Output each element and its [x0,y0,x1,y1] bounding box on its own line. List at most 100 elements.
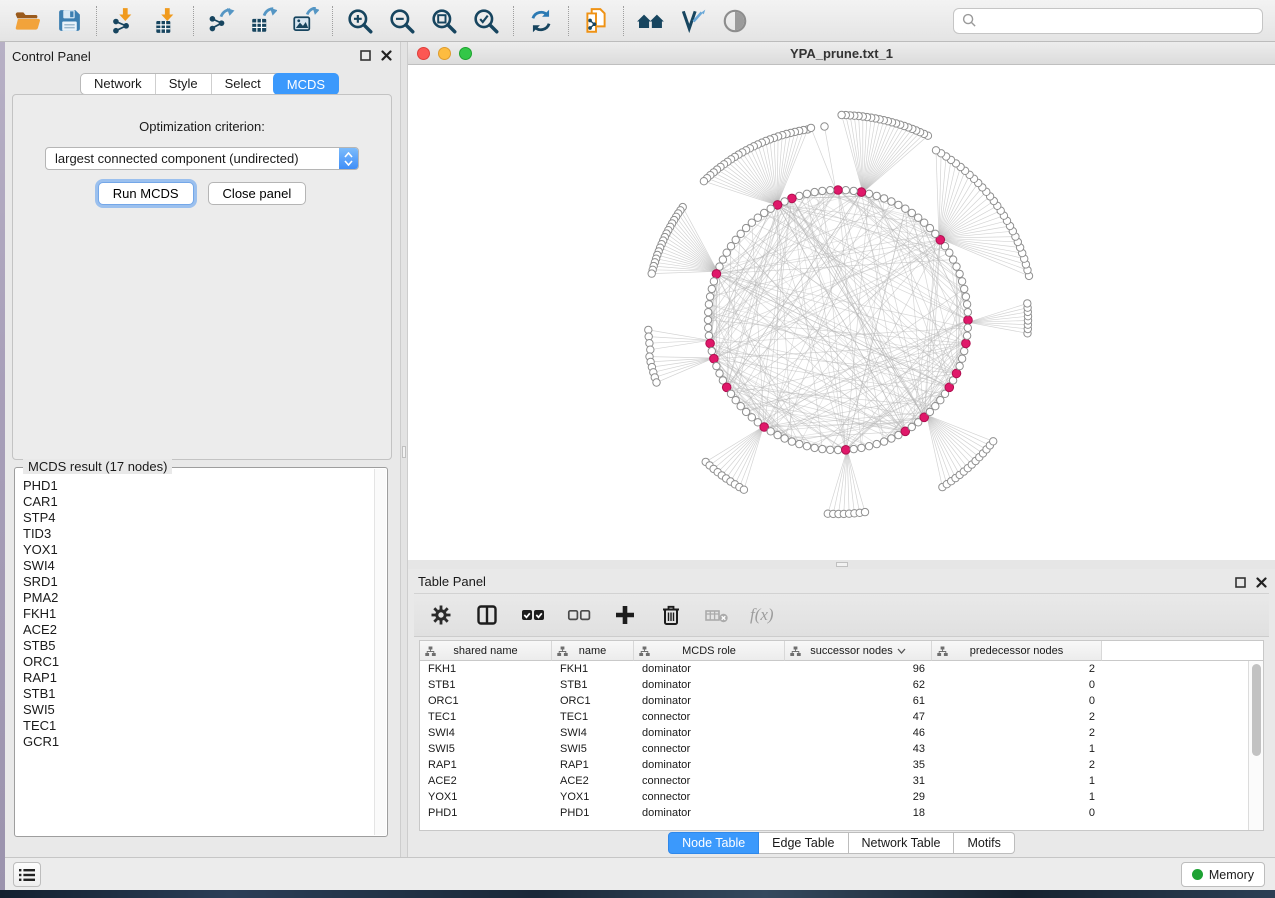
visual-style-icon[interactable] [678,6,708,36]
vertical-splitter-handle[interactable] [402,446,406,458]
task-history-button[interactable] [13,862,41,887]
mcds-result-item[interactable]: TID3 [23,526,387,542]
cell-name[interactable]: ORC1 [552,695,634,707]
mcds-result-item[interactable]: SWI5 [23,702,387,718]
column-header-successor-nodes[interactable]: successor nodes [785,641,932,661]
home-networks-icon[interactable] [636,6,666,36]
window-maximize-icon[interactable] [459,47,472,60]
show-columns-icon[interactable] [474,602,500,628]
cell-successor-nodes[interactable]: 29 [785,791,932,803]
cell-successor-nodes[interactable]: 43 [785,743,932,755]
export-table-icon[interactable] [248,6,278,36]
select-all-icon[interactable] [520,602,546,628]
cell-successor-nodes[interactable]: 18 [785,807,932,819]
cell-shared-name[interactable]: ACE2 [420,775,552,787]
refresh-icon[interactable] [526,6,556,36]
mcds-result-list[interactable]: PHD1CAR1STP4TID3YOX1SWI4SRD1PMA2FKH1ACE2… [15,468,387,750]
cell-name[interactable]: RAP1 [552,759,634,771]
cell-successor-nodes[interactable]: 61 [785,695,932,707]
table-row[interactable]: SWI4SWI4dominator462 [420,725,1263,741]
mcds-result-item[interactable]: PMA2 [23,590,387,606]
mcds-result-item[interactable]: STP4 [23,510,387,526]
network-window-titlebar[interactable]: YPA_prune.txt_1 [408,42,1275,65]
cell-MCDS-role[interactable]: dominator [634,679,785,691]
cell-successor-nodes[interactable]: 46 [785,727,932,739]
cell-name[interactable]: TEC1 [552,711,634,723]
column-header-shared-name[interactable]: shared name [420,641,552,661]
cell-name[interactable]: STB1 [552,679,634,691]
column-header-name[interactable]: name [552,641,634,661]
table-row[interactable]: YOX1YOX1connector291 [420,789,1263,805]
mcds-result-item[interactable]: ACE2 [23,622,387,638]
tab-style[interactable]: Style [155,74,211,94]
cell-predecessor-nodes[interactable]: 1 [932,775,1102,787]
tab-select[interactable]: Select [211,74,274,94]
cell-shared-name[interactable]: PHD1 [420,807,552,819]
zoom-fit-icon[interactable] [429,6,459,36]
cell-successor-nodes[interactable]: 35 [785,759,932,771]
export-image-icon[interactable] [290,6,320,36]
table-row[interactable]: ORC1ORC1dominator610 [420,693,1263,709]
table-row[interactable]: STB1STB1dominator620 [420,677,1263,693]
cell-successor-nodes[interactable]: 62 [785,679,932,691]
cell-MCDS-role[interactable]: connector [634,775,785,787]
cell-name[interactable]: ACE2 [552,775,634,787]
tab-node-table[interactable]: Node Table [668,832,759,854]
cell-successor-nodes[interactable]: 96 [785,663,932,675]
result-list-scrollbar[interactable] [374,469,386,835]
zoom-out-icon[interactable] [387,6,417,36]
memory-button[interactable]: Memory [1181,862,1265,887]
mcds-result-item[interactable]: TEC1 [23,718,387,734]
share-document-icon[interactable] [581,6,611,36]
mcds-result-item[interactable]: SWI4 [23,558,387,574]
cell-name[interactable]: SWI4 [552,727,634,739]
horizontal-splitter-handle[interactable] [836,562,848,567]
column-header-MCDS-role[interactable]: MCDS role [634,641,785,661]
cell-shared-name[interactable]: RAP1 [420,759,552,771]
cell-predecessor-nodes[interactable]: 2 [932,727,1102,739]
zoom-selected-icon[interactable] [471,6,501,36]
column-header-predecessor-nodes[interactable]: predecessor nodes [932,641,1102,661]
import-network-icon[interactable] [109,6,139,36]
cell-MCDS-role[interactable]: dominator [634,663,785,675]
add-column-icon[interactable] [612,602,638,628]
close-panel-button[interactable]: Close panel [208,182,307,205]
run-mcds-button[interactable]: Run MCDS [98,182,194,205]
zoom-in-icon[interactable] [345,6,375,36]
cell-MCDS-role[interactable]: dominator [634,807,785,819]
table-scrollbar[interactable] [1248,661,1263,830]
table-row[interactable]: TEC1TEC1connector472 [420,709,1263,725]
table-row[interactable]: FKH1FKH1dominator962 [420,661,1263,677]
tab-network-table[interactable]: Network Table [849,832,955,854]
float-panel-icon[interactable] [1235,577,1246,588]
cell-shared-name[interactable]: SWI4 [420,727,552,739]
cell-MCDS-role[interactable]: connector [634,791,785,803]
cell-predecessor-nodes[interactable]: 1 [932,791,1102,803]
cell-predecessor-nodes[interactable]: 0 [932,695,1102,707]
tab-edge-table[interactable]: Edge Table [759,832,848,854]
cell-successor-nodes[interactable]: 47 [785,711,932,723]
network-canvas[interactable] [408,65,1275,560]
import-table-icon[interactable] [151,6,181,36]
cell-predecessor-nodes[interactable]: 2 [932,711,1102,723]
cell-MCDS-role[interactable]: dominator [634,759,785,771]
cell-predecessor-nodes[interactable]: 0 [932,807,1102,819]
cell-name[interactable]: YOX1 [552,791,634,803]
tab-mcds[interactable]: MCDS [273,73,339,95]
cell-name[interactable]: PHD1 [552,807,634,819]
cell-shared-name[interactable]: STB1 [420,679,552,691]
save-session-icon[interactable] [54,6,84,36]
cell-predecessor-nodes[interactable]: 1 [932,743,1102,755]
mcds-result-item[interactable]: CAR1 [23,494,387,510]
cell-successor-nodes[interactable]: 31 [785,775,932,787]
cell-MCDS-role[interactable]: dominator [634,695,785,707]
cell-name[interactable]: SWI5 [552,743,634,755]
delete-column-icon[interactable] [658,602,684,628]
vertical-splitter[interactable] [400,42,408,857]
table-row[interactable]: RAP1RAP1dominator352 [420,757,1263,773]
search-field[interactable] [953,8,1263,34]
cell-MCDS-role[interactable]: connector [634,743,785,755]
cell-shared-name[interactable]: YOX1 [420,791,552,803]
table-row[interactable]: SWI5SWI5connector431 [420,741,1263,757]
float-panel-icon[interactable] [360,50,371,61]
